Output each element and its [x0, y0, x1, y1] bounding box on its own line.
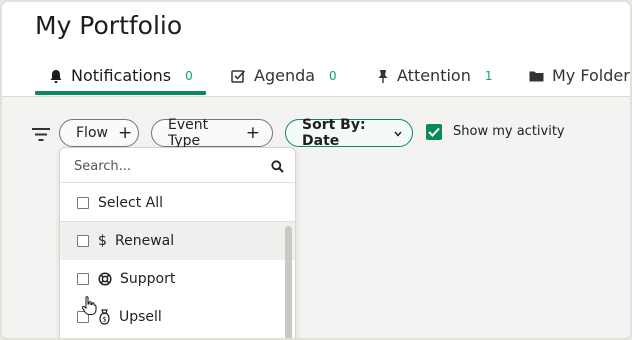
svg-text:$: $ — [102, 316, 106, 324]
option-renewal[interactable]: $ Renewal — [60, 222, 295, 260]
page-title: My Portfolio — [35, 11, 183, 40]
checkbox-icon — [231, 69, 246, 83]
tab-agenda-count: 0 — [329, 69, 337, 83]
tab-notifications-label: Notifications — [71, 66, 172, 85]
lifebuoy-icon — [98, 272, 112, 290]
event-type-filter-chip[interactable]: Event Type + — [151, 117, 273, 149]
show-activity-checkbox[interactable] — [426, 124, 442, 140]
tab-attention-label: Attention — [397, 66, 471, 85]
svg-text:$: $ — [98, 233, 107, 248]
active-tab-indicator — [35, 91, 206, 95]
tab-notifications-count: 0 — [185, 69, 193, 83]
app-window: My Portfolio Notifications 0 Agenda 0 At… — [0, 0, 632, 340]
tab-my-folder-label: My Folder — [552, 66, 630, 85]
folder-icon — [529, 70, 544, 82]
plus-icon: + — [245, 123, 260, 143]
renewal-label: Renewal — [115, 233, 175, 249]
chevron-down-icon — [394, 125, 402, 141]
tab-my-folder[interactable]: My Folder — [529, 62, 630, 97]
dropdown-search — [60, 148, 295, 183]
dropdown-scrollbar[interactable] — [285, 226, 292, 338]
event-type-filter-label: Event Type — [168, 117, 209, 149]
renewal-checkbox[interactable] — [77, 235, 89, 247]
search-input[interactable] — [74, 156, 254, 176]
plus-icon: + — [117, 123, 133, 143]
hand-cursor-icon — [81, 296, 97, 320]
option-support[interactable]: Support — [60, 260, 295, 298]
flow-filter-label: Flow — [76, 125, 108, 141]
select-all-option[interactable]: Select All — [60, 184, 295, 222]
select-all-label: Select All — [98, 195, 163, 211]
bell-icon — [49, 69, 63, 84]
sort-by-dropdown[interactable]: Sort By: Date — [285, 117, 413, 149]
support-label: Support — [120, 271, 176, 287]
page-header: My Portfolio Notifications 0 Agenda 0 At… — [2, 2, 630, 97]
pin-icon — [377, 69, 389, 84]
upsell-label: Upsell — [119, 309, 162, 325]
money-bag-icon: $ — [98, 309, 111, 329]
tab-agenda[interactable]: Agenda 0 — [231, 62, 337, 97]
flow-filter-chip[interactable]: Flow + — [59, 119, 139, 147]
tab-attention[interactable]: Attention 1 — [377, 62, 492, 97]
filter-toolbar: Flow + Event Type + Sort By: Date Show m… — [2, 117, 630, 149]
tab-attention-count: 1 — [484, 69, 493, 83]
support-checkbox[interactable] — [77, 273, 89, 285]
filter-icon[interactable] — [32, 126, 50, 145]
sort-by-label: Sort By: Date — [302, 117, 366, 149]
search-icon[interactable] — [271, 158, 284, 177]
show-activity-label: Show my activity — [453, 124, 565, 139]
dollar-icon: $ — [98, 232, 108, 252]
tab-agenda-label: Agenda — [254, 66, 316, 85]
select-all-checkbox[interactable] — [77, 197, 89, 209]
